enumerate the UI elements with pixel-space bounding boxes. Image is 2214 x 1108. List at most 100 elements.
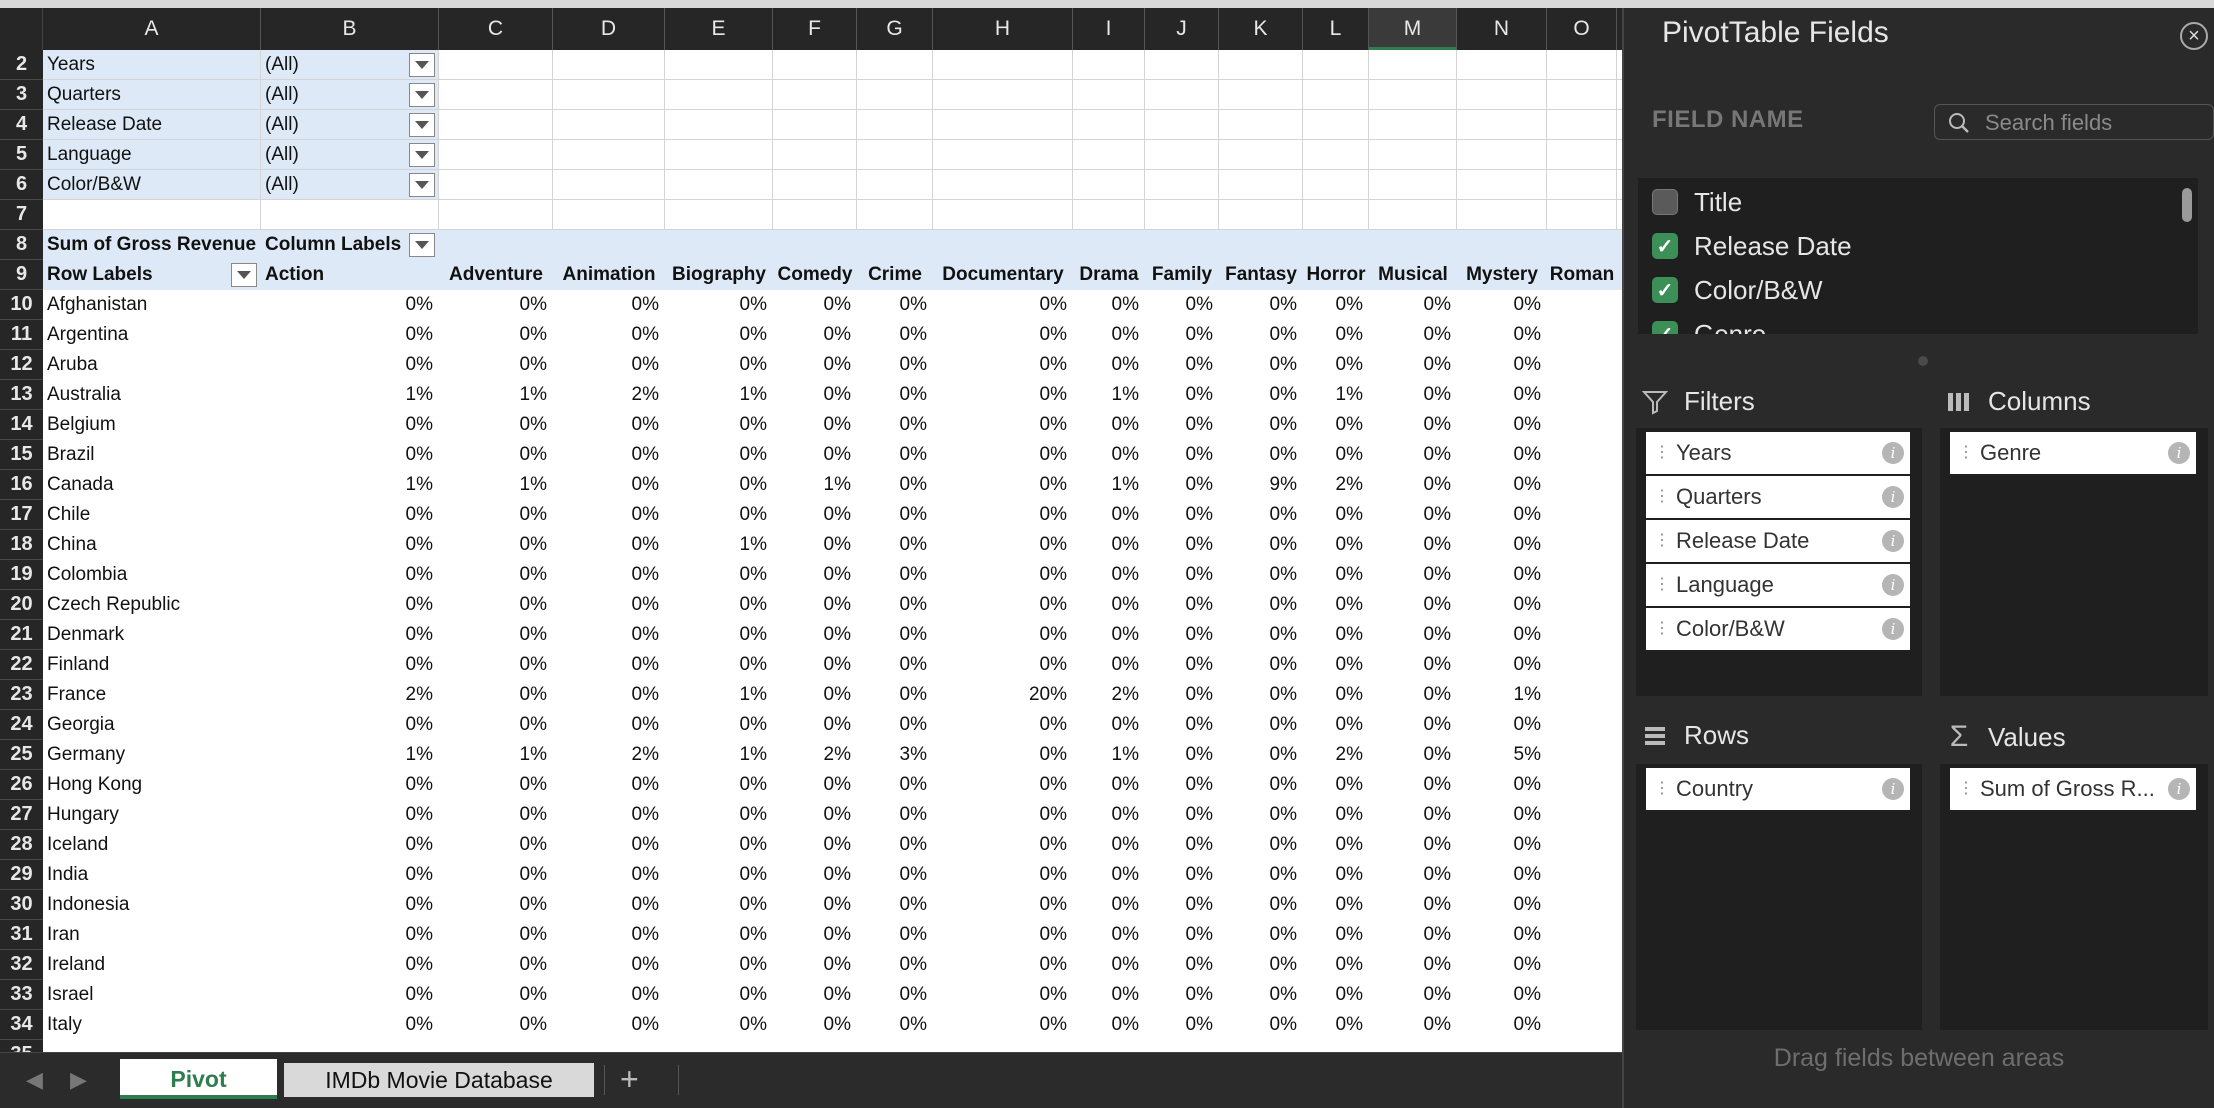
- pivot-value-cell[interactable]: 0%: [665, 320, 773, 350]
- row-header-32[interactable]: 32: [0, 950, 43, 980]
- pivot-value-cell[interactable]: 0%: [933, 770, 1073, 800]
- drag-handle-icon[interactable]: ⋮: [1654, 781, 1670, 797]
- pivot-value-cell[interactable]: 0%: [553, 830, 665, 860]
- pivot-value-cell[interactable]: 0%: [1219, 830, 1303, 860]
- row-header-18[interactable]: 18: [0, 530, 43, 560]
- pivot-value-cell[interactable]: 0%: [1145, 410, 1219, 440]
- pivot-value-cell[interactable]: 0%: [1219, 620, 1303, 650]
- pivot-value-cell[interactable]: 0%: [1369, 950, 1457, 980]
- pivot-value-cell[interactable]: 0%: [261, 350, 439, 380]
- pivot-value-cell[interactable]: 0%: [1457, 710, 1547, 740]
- pivot-value-cell[interactable]: 0%: [665, 950, 773, 980]
- pivot-value-cell[interactable]: 0%: [1145, 500, 1219, 530]
- pivot-value-cell[interactable]: 0%: [1219, 860, 1303, 890]
- pivot-value-cell[interactable]: 0%: [1073, 560, 1145, 590]
- pivot-value-cell[interactable]: 0%: [1145, 320, 1219, 350]
- pivot-value-cell[interactable]: 0%: [773, 650, 857, 680]
- pivot-value-cell[interactable]: 0%: [1369, 410, 1457, 440]
- pivot-value-cell[interactable]: 0%: [1219, 770, 1303, 800]
- row-label-country[interactable]: Colombia: [43, 560, 261, 590]
- pivot-value-cell[interactable]: 0%: [933, 620, 1073, 650]
- pivot-value-cell[interactable]: 0%: [933, 380, 1073, 410]
- info-icon[interactable]: i: [1882, 530, 1904, 552]
- pivot-value-cell[interactable]: 0%: [773, 290, 857, 320]
- pivot-value-cell[interactable]: 0%: [261, 920, 439, 950]
- pivot-value-cell[interactable]: 0%: [665, 440, 773, 470]
- pivot-value-cell[interactable]: 0%: [857, 410, 933, 440]
- pivot-value-cell[interactable]: 0%: [1457, 950, 1547, 980]
- drag-handle-icon[interactable]: ⋮: [1654, 533, 1670, 549]
- pivot-value-cell[interactable]: 0%: [553, 650, 665, 680]
- row-header-10[interactable]: 10: [0, 290, 43, 320]
- pivot-value-cell[interactable]: 0%: [1303, 710, 1369, 740]
- pivot-value-cell[interactable]: 0%: [933, 560, 1073, 590]
- pivot-value-cell[interactable]: 0%: [261, 860, 439, 890]
- pivot-value-cell[interactable]: 0%: [1303, 680, 1369, 710]
- pivot-value-cell[interactable]: 0%: [1303, 320, 1369, 350]
- pivot-value-cell[interactable]: 0%: [1073, 770, 1145, 800]
- drag-handle-icon[interactable]: ⋮: [1654, 489, 1670, 505]
- pivot-value-cell[interactable]: 0%: [857, 860, 933, 890]
- pivot-value-cell[interactable]: 0%: [1073, 860, 1145, 890]
- pivot-value-cell[interactable]: 0%: [553, 770, 665, 800]
- pivot-value-cell[interactable]: 0%: [857, 290, 933, 320]
- info-icon[interactable]: i: [2168, 442, 2190, 464]
- pivot-value-cell[interactable]: 0%: [933, 500, 1073, 530]
- pivot-value-cell[interactable]: 0%: [665, 860, 773, 890]
- pivot-value-cell[interactable]: 0%: [439, 890, 553, 920]
- pivot-value-cell[interactable]: 0%: [1219, 410, 1303, 440]
- pivot-value-cell[interactable]: 0%: [665, 1010, 773, 1040]
- pivot-value-cell[interactable]: 0%: [1073, 710, 1145, 740]
- pivot-value-cell[interactable]: 0%: [439, 950, 553, 980]
- row-label-country[interactable]: Australia: [43, 380, 261, 410]
- checkbox-checked-icon[interactable]: ✓: [1652, 277, 1678, 303]
- row-header-14[interactable]: 14: [0, 410, 43, 440]
- pivot-value-cell[interactable]: 0%: [261, 890, 439, 920]
- column-header-d[interactable]: D: [553, 8, 665, 50]
- pivot-value-cell[interactable]: 0%: [439, 770, 553, 800]
- pivot-value-cell[interactable]: 0%: [1369, 560, 1457, 590]
- pivot-value-cell[interactable]: 0%: [1457, 530, 1547, 560]
- row-header-4[interactable]: 4: [0, 110, 43, 140]
- pivot-value-cell[interactable]: 0%: [665, 560, 773, 590]
- column-header-c[interactable]: C: [439, 8, 553, 50]
- checkbox-checked-icon[interactable]: ✓: [1652, 321, 1678, 334]
- columns-drop-area[interactable]: ⋮ Genre i: [1940, 428, 2208, 696]
- row-header-16[interactable]: 16: [0, 470, 43, 500]
- pivot-value-cell[interactable]: 0%: [439, 980, 553, 1010]
- pane-divider-handle[interactable]: [1918, 356, 1928, 366]
- pivot-value-cell[interactable]: 0%: [1457, 860, 1547, 890]
- genre-header[interactable]: Documentary: [933, 260, 1073, 290]
- pivot-value-cell[interactable]: 0%: [261, 830, 439, 860]
- rows-drop-area[interactable]: ⋮ Country i: [1636, 764, 1922, 1030]
- row-label-country[interactable]: Aruba: [43, 350, 261, 380]
- pivot-value-cell[interactable]: 0%: [553, 590, 665, 620]
- column-header-b[interactable]: B: [261, 8, 439, 50]
- pivot-value-cell[interactable]: 0%: [933, 950, 1073, 980]
- pivot-value-cell[interactable]: 0%: [665, 800, 773, 830]
- pivot-value-cell[interactable]: 0%: [1303, 770, 1369, 800]
- pivot-value-cell[interactable]: 0%: [261, 590, 439, 620]
- pivot-value-cell[interactable]: 0%: [553, 800, 665, 830]
- pivot-value-cell[interactable]: 0%: [933, 1010, 1073, 1040]
- filters-area-field-chip[interactable]: ⋮ Language i: [1646, 564, 1910, 606]
- filter-dropdown-button[interactable]: [409, 83, 435, 107]
- pivot-value-cell[interactable]: 0%: [1145, 530, 1219, 560]
- pivot-value-cell[interactable]: 0%: [1073, 290, 1145, 320]
- pivot-value-cell[interactable]: 0%: [1219, 710, 1303, 740]
- row-label-country[interactable]: Hong Kong: [43, 770, 261, 800]
- pivot-value-cell[interactable]: 0%: [1303, 1010, 1369, 1040]
- pivot-value-cell[interactable]: 0%: [1457, 410, 1547, 440]
- pivot-value-cell[interactable]: 0%: [665, 350, 773, 380]
- pivot-value-cell[interactable]: 2%: [1303, 470, 1369, 500]
- pivot-value-cell[interactable]: 0%: [1219, 650, 1303, 680]
- pivot-value-cell[interactable]: 0%: [1145, 920, 1219, 950]
- pivot-value-cell[interactable]: 1%: [665, 380, 773, 410]
- row-header-6[interactable]: 6: [0, 170, 43, 200]
- column-header-h[interactable]: H: [933, 8, 1073, 50]
- pivot-value-cell[interactable]: 0%: [857, 950, 933, 980]
- pivot-value-cell[interactable]: 0%: [933, 410, 1073, 440]
- checkbox-unchecked-icon[interactable]: [1652, 189, 1678, 215]
- pivot-value-cell[interactable]: 0%: [1457, 800, 1547, 830]
- values-drop-area[interactable]: ⋮ Sum of Gross R... i: [1940, 764, 2208, 1030]
